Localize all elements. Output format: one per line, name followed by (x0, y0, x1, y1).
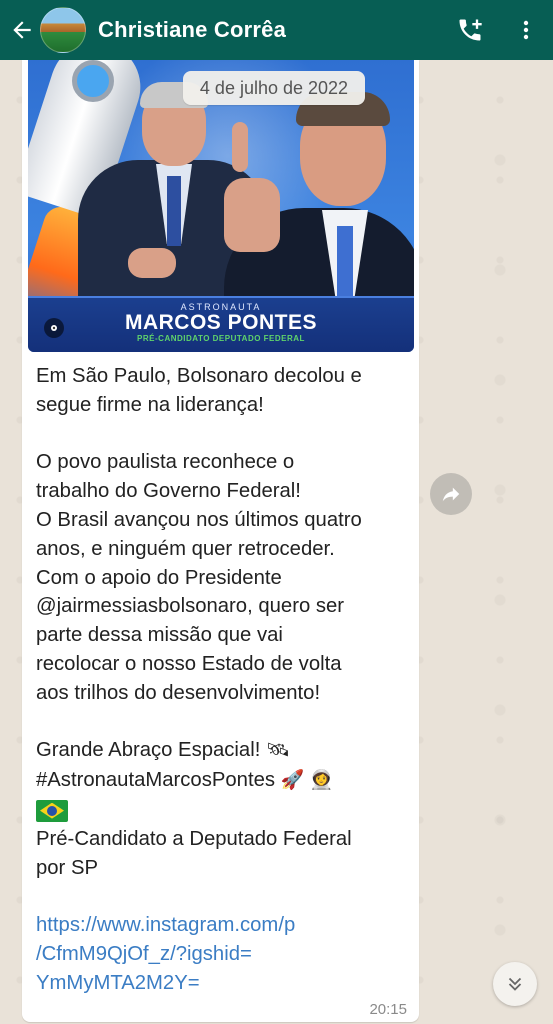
back-button[interactable] (4, 0, 40, 60)
text-line: parte dessa missão que vai (36, 624, 283, 647)
rocket-astronaut-icons: 🚀 👩‍🚀 (280, 770, 334, 792)
satellite-icon: 🛰 (266, 740, 291, 762)
text-line: por SP (36, 856, 99, 879)
text-line: O povo paulista reconhece o (36, 451, 295, 474)
double-chevron-down-icon (508, 977, 522, 991)
signoff-text: Grande Abraço Espacial! (36, 739, 261, 762)
forward-icon (442, 487, 460, 502)
text-line: O Brasil avançou nos últimos quatro (36, 508, 362, 531)
chat-header: Christiane Corrêa (0, 0, 553, 60)
instagram-badge (44, 318, 64, 338)
mention-line: @jairmessiasbolsonaro, quero ser (36, 595, 345, 618)
text-line: anos, e ninguém quer retroceder. (36, 537, 335, 560)
more-vertical-icon (523, 20, 529, 40)
thumbs-up-hand (224, 178, 280, 252)
add-call-button[interactable] (455, 15, 485, 45)
rocket-window (72, 60, 114, 102)
hashtag-line: #AstronautaMarcosPontes 🚀 👩‍🚀 (36, 766, 414, 796)
hashtag-text: #AstronautaMarcosPontes (36, 769, 275, 792)
brazil-flag-icon (36, 799, 68, 822)
menu-button[interactable] (511, 15, 541, 45)
date-chip: 4 de julho de 2022 (183, 71, 365, 105)
instagram-link[interactable]: YmMyMTA2M2Y= (36, 969, 414, 998)
message-bubble[interactable]: ASTRONAUTA MARCOS PONTES PRÉ-CANDIDATO D… (22, 60, 419, 1022)
forward-button[interactable] (430, 473, 472, 515)
instagram-link[interactable]: https://www.instagram.com/p (36, 911, 414, 940)
banner-subtitle: PRÉ-CANDIDATO DEPUTADO FEDERAL (137, 334, 305, 343)
arrow-left-icon (13, 21, 31, 39)
instagram-link[interactable]: /CfmM9QjOf_z/?igshid= (36, 940, 414, 969)
person-right-tie (337, 226, 353, 306)
text-line: segue firme na liderança! (36, 393, 264, 416)
person-left-tie (167, 176, 181, 246)
banner-name-last: PONTES (227, 311, 318, 334)
pointing-finger (232, 122, 248, 172)
add-call-icon (459, 19, 482, 41)
signoff-line: Grande Abraço Espacial! 🛰 (36, 736, 414, 766)
text-line: Com o apoio do Presidente (36, 566, 282, 589)
text-line: Em São Paulo, Bolsonaro decolou e (36, 365, 362, 387)
camera-icon (51, 325, 57, 331)
person-left-hand (128, 248, 176, 278)
message-text: Em São Paulo, Bolsonaro decolou e segue … (36, 362, 414, 998)
scroll-to-bottom-button[interactable] (493, 962, 537, 1006)
banner-name: MARCOS PONTES (28, 312, 414, 334)
banner-name-first: MARCOS (124, 311, 228, 334)
contact-name[interactable]: Christiane Corrêa (98, 17, 286, 43)
image-banner: ASTRONAUTA MARCOS PONTES PRÉ-CANDIDATO D… (28, 296, 414, 352)
text-line: aos trilhos do desenvolvimento! (36, 681, 321, 704)
text-line: Pré-Candidato a Deputado Federal (36, 827, 352, 850)
message-timestamp: 20:15 (369, 1001, 407, 1018)
text-line: trabalho do Governo Federal! (36, 480, 301, 503)
contact-avatar[interactable] (40, 7, 86, 53)
text-line: recolocar o nosso Estado de volta (36, 652, 342, 675)
flag-line (36, 796, 414, 825)
